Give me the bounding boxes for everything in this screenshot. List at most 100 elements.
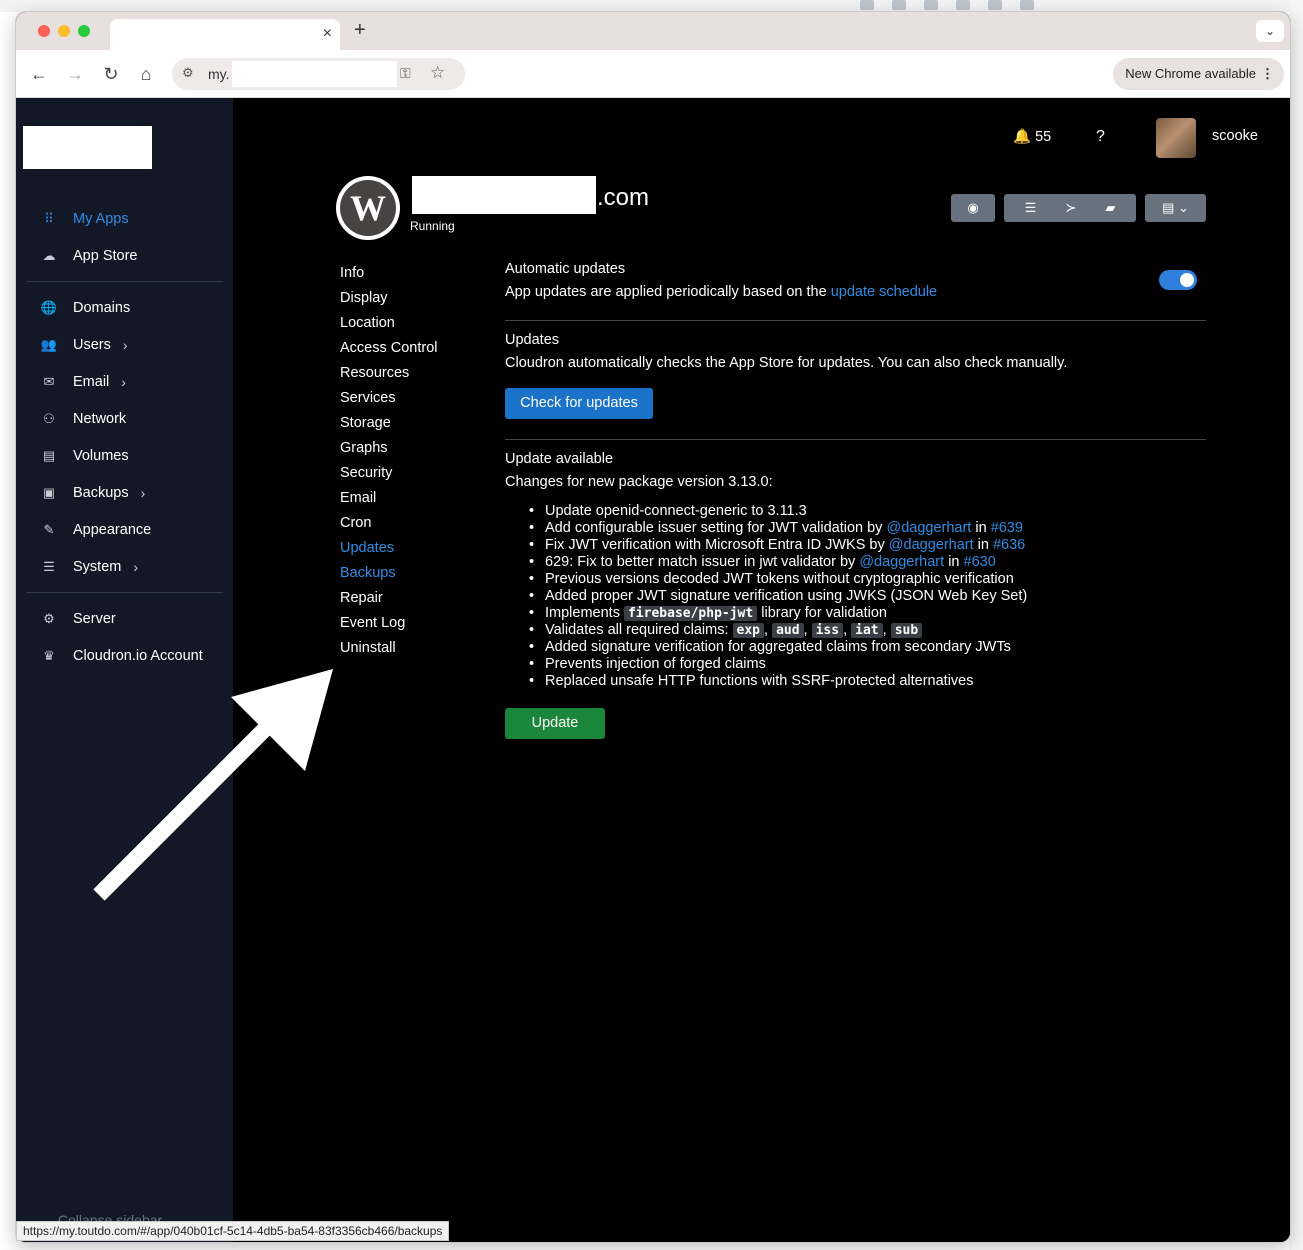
subnav-cron[interactable]: Cron: [340, 515, 371, 531]
logs-icon[interactable]: ☰: [1025, 200, 1037, 216]
subnav-backups[interactable]: Backups: [340, 565, 396, 581]
annotation-arrow-icon: [93, 669, 333, 901]
auto-updates-text: App updates are applied periodically bas…: [505, 284, 937, 300]
maximize-window-button[interactable]: [78, 25, 90, 37]
browser-tab[interactable]: ×: [110, 19, 340, 50]
auto-updates-toggle[interactable]: [1159, 270, 1197, 290]
back-icon[interactable]: ←: [28, 63, 50, 85]
list-item: 629: Fix to better match issuer in jwt v…: [525, 554, 1225, 571]
tab-search-button[interactable]: ⌄: [1256, 20, 1284, 42]
archive-icon: ▣: [42, 485, 56, 500]
subnav-email[interactable]: Email: [340, 490, 376, 506]
new-tab-button[interactable]: +: [354, 19, 366, 42]
pr-link[interactable]: #630: [964, 554, 996, 570]
subnav-event-log[interactable]: Event Log: [340, 615, 405, 631]
inline-code: aud: [772, 623, 804, 638]
logo[interactable]: [23, 126, 152, 169]
user-link[interactable]: @daggerhart: [886, 520, 971, 536]
help-button[interactable]: ?: [1096, 128, 1105, 146]
chevron-right-icon: ›: [133, 559, 139, 575]
list-item: Previous versions decoded JWT tokens wit…: [525, 571, 1225, 588]
power-icon: ◉: [967, 200, 979, 215]
sidebar-item-label: Appearance: [73, 522, 152, 538]
menubar-icon[interactable]: [1020, 0, 1034, 10]
redacted-url: [232, 61, 397, 87]
app-menu-dropdown[interactable]: ▤ ⌄: [1145, 194, 1206, 222]
reload-icon[interactable]: ↻: [100, 63, 122, 85]
subnav-graphs[interactable]: Graphs: [340, 440, 388, 456]
subnav-display[interactable]: Display: [340, 290, 388, 306]
pr-link[interactable]: #639: [991, 520, 1023, 536]
list-item-text: in: [971, 520, 991, 536]
list-item: Added signature verification for aggrega…: [525, 639, 1225, 656]
subnav-updates[interactable]: Updates: [340, 540, 394, 556]
sidebar-item-users[interactable]: 👥 Users ›: [40, 334, 128, 356]
changelog-list: Update openid-connect-generic to 3.11.3 …: [525, 503, 1225, 690]
check-for-updates-button[interactable]: Check for updates: [505, 388, 653, 419]
subnav-resources[interactable]: Resources: [340, 365, 409, 381]
folder-icon[interactable]: ▰: [1105, 200, 1115, 216]
terminal-icon[interactable]: ≻: [1065, 200, 1076, 216]
menubar-icon[interactable]: [956, 0, 970, 10]
sidebar-item-backups[interactable]: ▣ Backups ›: [40, 482, 145, 504]
sidebar-item-label: App Store: [73, 248, 138, 264]
chrome-update-button[interactable]: New Chrome available ⋮: [1113, 58, 1284, 90]
menubar-icon[interactable]: [988, 0, 1002, 10]
pr-link[interactable]: #636: [993, 537, 1025, 553]
update-button[interactable]: Update: [505, 708, 605, 739]
sidebar-item-my-apps[interactable]: ⠿ My Apps: [40, 208, 128, 230]
subnav-location[interactable]: Location: [340, 315, 395, 331]
user-link[interactable]: @daggerhart: [859, 554, 944, 570]
subnav-uninstall[interactable]: Uninstall: [340, 640, 396, 656]
subnav-repair[interactable]: Repair: [340, 590, 383, 606]
username[interactable]: scooke: [1212, 128, 1258, 144]
update-schedule-link[interactable]: update schedule: [831, 284, 937, 300]
close-window-button[interactable]: [38, 25, 50, 37]
sidebar-item-server[interactable]: ⚙ Server: [40, 608, 116, 630]
desktop-background: [1289, 0, 1303, 1250]
auto-updates-title: Automatic updates: [505, 261, 626, 277]
list-item: Prevents injection of forged claims: [525, 656, 1225, 673]
notifications-button[interactable]: 🔔 55: [1013, 128, 1051, 145]
sidebar-item-system[interactable]: ☰ System ›: [40, 556, 138, 578]
sidebar-item-app-store[interactable]: ☁ App Store: [40, 245, 138, 267]
menubar-icon[interactable]: [924, 0, 938, 10]
subnav-security[interactable]: Security: [340, 465, 392, 481]
more-menu-icon[interactable]: ⋮: [1261, 58, 1274, 90]
minimize-window-button[interactable]: [58, 25, 70, 37]
sidebar-item-network[interactable]: ⚇ Network: [40, 408, 126, 430]
star-icon[interactable]: ☆: [430, 63, 445, 83]
forward-icon[interactable]: →: [64, 63, 86, 85]
subnav-services[interactable]: Services: [340, 390, 396, 406]
inline-code: sub: [890, 623, 923, 638]
stop-app-button[interactable]: ◉: [951, 194, 995, 222]
chip-icon: ⚙: [43, 611, 55, 626]
link-status-bar: https://my.toutdo.com/#/app/040b01cf-5c1…: [16, 1221, 450, 1241]
sidebar-item-email[interactable]: ✉ Email ›: [40, 371, 126, 393]
avatar[interactable]: [1156, 118, 1196, 158]
menubar-icons: [860, 0, 1034, 10]
address-text: my.: [208, 66, 230, 82]
sidebar-item-domains[interactable]: 🌐 Domains: [40, 297, 130, 319]
chevron-right-icon: ›: [122, 337, 128, 353]
chevron-down-icon: ⌄: [1174, 200, 1189, 215]
list-item-text: in: [973, 537, 993, 553]
menubar-icon[interactable]: [860, 0, 874, 10]
home-icon[interactable]: ⌂: [135, 63, 157, 85]
menubar-icon[interactable]: [892, 0, 906, 10]
close-tab-icon[interactable]: ×: [323, 25, 332, 43]
user-link[interactable]: @daggerhart: [889, 537, 974, 553]
address-bar[interactable]: ⚙ my. ⚿ ☆: [172, 58, 465, 90]
subnav-info[interactable]: Info: [340, 265, 364, 281]
subnav-access-control[interactable]: Access Control: [340, 340, 438, 356]
list-item-text: Validates all required claims:: [545, 622, 733, 638]
list-item: Update openid-connect-generic to 3.11.3: [525, 503, 1225, 520]
subnav-storage[interactable]: Storage: [340, 415, 391, 431]
sidebar-item-volumes[interactable]: ▤ Volumes: [40, 445, 129, 467]
key-icon[interactable]: ⚿: [400, 65, 411, 82]
sidebar-item-appearance[interactable]: ✎ Appearance: [40, 519, 152, 541]
sidebar-item-label: Backups: [73, 485, 129, 501]
site-settings-icon[interactable]: ⚙: [182, 65, 194, 81]
sidebar-item-label: Email: [73, 374, 110, 390]
list-item-text: library for validation: [757, 605, 887, 621]
